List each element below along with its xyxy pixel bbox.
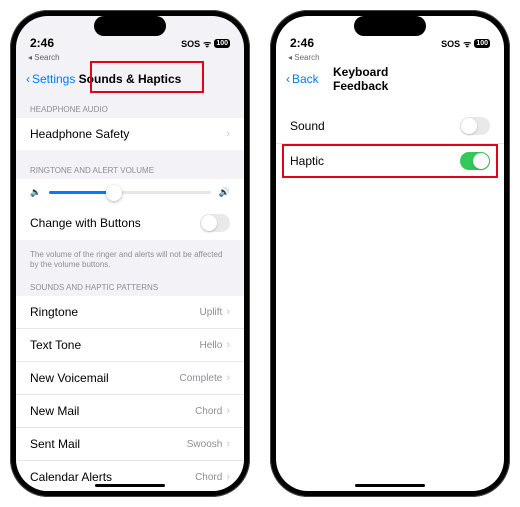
home-indicator[interactable] bbox=[95, 484, 165, 487]
battery-icon: 100 bbox=[474, 39, 490, 48]
content[interactable]: Sound Haptic bbox=[276, 95, 504, 491]
nav-bar: ‹Back Keyboard Feedback bbox=[276, 63, 504, 95]
time: 2:46 bbox=[290, 36, 314, 50]
home-indicator[interactable] bbox=[355, 484, 425, 487]
sound-pattern-row[interactable]: Text ToneHello› bbox=[16, 329, 244, 362]
breadcrumb[interactable]: ◂ Search bbox=[276, 52, 504, 63]
content[interactable]: HEADPHONE AUDIO Headphone Safety› RINGTO… bbox=[16, 95, 244, 491]
sound-pattern-row[interactable]: New MailChord› bbox=[16, 395, 244, 428]
toggle-change-buttons[interactable] bbox=[200, 214, 230, 232]
section-header: SOUNDS AND HAPTIC PATTERNS bbox=[16, 273, 244, 296]
chevron-right-icon: › bbox=[226, 306, 230, 318]
highlight-title bbox=[90, 61, 204, 93]
time: 2:46 bbox=[30, 36, 54, 50]
chevron-left-icon: ‹ bbox=[286, 72, 290, 86]
sound-row: Sound bbox=[276, 109, 504, 144]
sound-pattern-row[interactable]: Sent MailSwoosh› bbox=[16, 428, 244, 461]
back-button[interactable]: ‹Settings bbox=[26, 72, 75, 86]
section-header: HEADPHONE AUDIO bbox=[16, 95, 244, 118]
screen-left: 2:46 SOS ᯤ 100 ◂ Search ‹Settings Sounds… bbox=[16, 16, 244, 491]
phone-left: 2:46 SOS ᯤ 100 ◂ Search ‹Settings Sounds… bbox=[10, 10, 250, 497]
notch bbox=[354, 16, 426, 36]
nav-bar: ‹Settings Sounds & Haptics bbox=[16, 63, 244, 95]
sound-pattern-row[interactable]: RingtoneUplift› bbox=[16, 296, 244, 329]
screen-right: 2:46 SOS ᯤ 100 ◂ Search ‹Back Keyboard F… bbox=[276, 16, 504, 491]
wifi-icon: ᯤ bbox=[463, 37, 471, 50]
sound-pattern-row[interactable]: New VoicemailComplete› bbox=[16, 362, 244, 395]
highlight-haptic bbox=[282, 144, 498, 178]
page-title: Keyboard Feedback bbox=[333, 65, 447, 93]
status-icons: SOS ᯤ 100 bbox=[181, 37, 230, 50]
chevron-right-icon: › bbox=[226, 128, 230, 140]
back-button[interactable]: ‹Back bbox=[286, 72, 319, 86]
slider-thumb[interactable] bbox=[106, 185, 122, 201]
haptic-row: Haptic bbox=[276, 144, 504, 178]
chevron-right-icon: › bbox=[226, 339, 230, 351]
chevron-right-icon: › bbox=[226, 471, 230, 483]
volume-slider[interactable] bbox=[49, 191, 211, 194]
battery-icon: 100 bbox=[214, 39, 230, 48]
status-icons: SOS ᯤ 100 bbox=[441, 37, 490, 50]
wifi-icon: ᯤ bbox=[203, 37, 211, 50]
chevron-right-icon: › bbox=[226, 405, 230, 417]
change-with-buttons-row: Change with Buttons bbox=[16, 206, 244, 240]
chevron-left-icon: ‹ bbox=[26, 72, 30, 86]
notch bbox=[94, 16, 166, 36]
phone-right: 2:46 SOS ᯤ 100 ◂ Search ‹Back Keyboard F… bbox=[270, 10, 510, 497]
chevron-right-icon: › bbox=[226, 372, 230, 384]
speaker-low-icon: 🔈 bbox=[30, 187, 41, 198]
volume-slider-row: 🔈 🔊 bbox=[16, 179, 244, 206]
section-note: The volume of the ringer and alerts will… bbox=[16, 246, 244, 273]
headphone-safety-row[interactable]: Headphone Safety› bbox=[16, 118, 244, 150]
chevron-right-icon: › bbox=[226, 438, 230, 450]
section-header: RINGTONE AND ALERT VOLUME bbox=[16, 156, 244, 179]
speaker-high-icon: 🔊 bbox=[219, 187, 230, 198]
toggle-sound[interactable] bbox=[460, 117, 490, 135]
